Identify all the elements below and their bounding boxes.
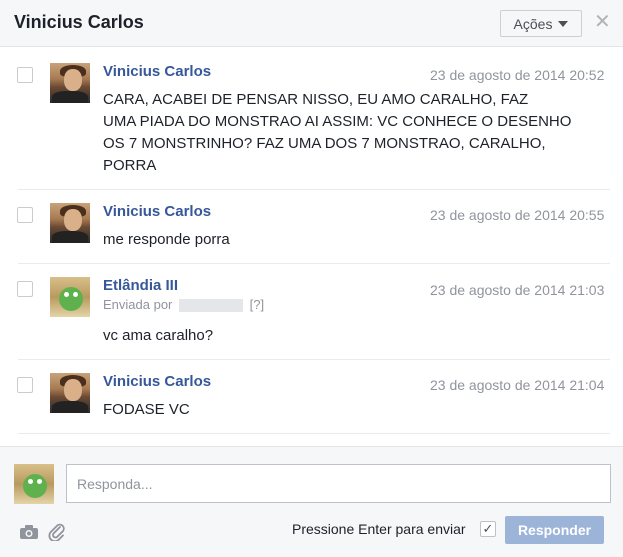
- message-timestamp: 23 de agosto de 2014 20:52: [430, 67, 605, 83]
- message-timestamp: 23 de agosto de 2014 21:03: [430, 282, 605, 298]
- sender-name[interactable]: Vinicius Carlos: [103, 63, 211, 80]
- message-timestamp: 23 de agosto de 2014 21:04: [430, 377, 605, 393]
- message-text: me responde porra: [103, 229, 603, 251]
- avatar: [14, 464, 54, 504]
- sender-name[interactable]: Etlândia III: [103, 277, 178, 294]
- message-select-checkbox[interactable]: [17, 377, 33, 393]
- message-divider: [18, 359, 610, 360]
- conversation-title: Vinicius Carlos: [14, 12, 144, 32]
- reply-send-button[interactable]: Responder: [505, 516, 604, 544]
- camera-icon[interactable]: [20, 525, 38, 539]
- reply-input[interactable]: [66, 464, 611, 503]
- message-divider: [18, 263, 610, 264]
- actions-label: Ações: [513, 15, 553, 32]
- enter-to-send-checkbox[interactable]: ✓: [480, 521, 496, 537]
- message-text: FODASE VC: [103, 399, 603, 421]
- paperclip-icon[interactable]: [48, 523, 66, 541]
- avatar[interactable]: [50, 203, 90, 243]
- message-select-checkbox[interactable]: [17, 281, 33, 297]
- enter-to-send-label: Pressione Enter para enviar: [292, 521, 466, 537]
- message-line: UMA PIADA DO MONSTRAO AI ASSIM: VC CONHE…: [103, 113, 572, 130]
- message-text: CARA, ACABEI DE PENSAR NISSO, EU AMO CAR…: [103, 89, 603, 177]
- avatar[interactable]: [50, 63, 90, 103]
- message-line: vc ama caralho?: [103, 327, 214, 344]
- reply-composer: Pressione Enter para enviar ✓ Responder: [0, 446, 623, 557]
- sent-by-label: Enviada por: [103, 297, 173, 312]
- message-line: me responde porra: [103, 231, 230, 248]
- message-divider: [18, 189, 610, 190]
- message-select-checkbox[interactable]: [17, 207, 33, 223]
- message-line: PORRA: [103, 157, 157, 174]
- sender-name[interactable]: Vinicius Carlos: [103, 373, 211, 390]
- close-icon[interactable]: ✕: [594, 12, 611, 32]
- redacted-name: [179, 299, 244, 313]
- message-select-checkbox[interactable]: [17, 67, 33, 83]
- message-line: CARA, ACABEI DE PENSAR NISSO, EU AMO CAR…: [103, 91, 529, 108]
- help-link[interactable]: [?]: [250, 297, 264, 312]
- message-divider: [18, 433, 610, 434]
- conversation-header: Vinicius Carlos Ações ✕: [0, 0, 623, 47]
- actions-dropdown-button[interactable]: Ações: [500, 10, 582, 37]
- sent-by-line: Enviada por [?]: [103, 297, 264, 313]
- message-timestamp: 23 de agosto de 2014 20:55: [430, 207, 605, 223]
- message-line: FODASE VC: [103, 401, 190, 418]
- sender-name[interactable]: Vinicius Carlos: [103, 203, 211, 220]
- avatar[interactable]: [50, 373, 90, 413]
- message-line: OS 7 MONSTRINHO? FAZ UMA DOS 7 MONSTRAO,…: [103, 135, 546, 152]
- caret-down-icon: [558, 20, 569, 27]
- message-text: vc ama caralho?: [103, 325, 603, 347]
- avatar[interactable]: [50, 277, 90, 317]
